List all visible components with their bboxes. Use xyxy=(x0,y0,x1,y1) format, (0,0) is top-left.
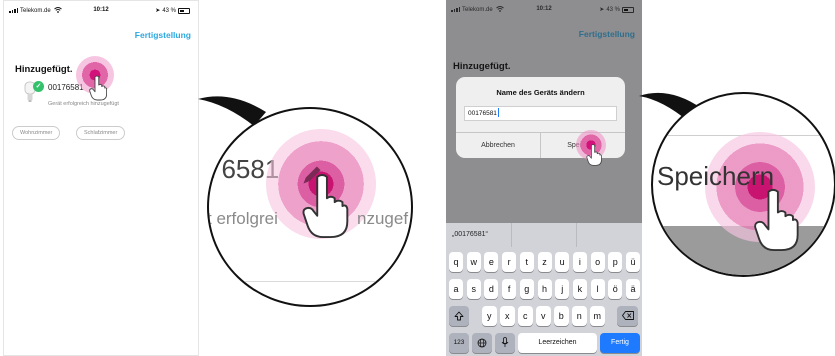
status-bar: Telekom.de 10:12 ➤ 43 % xyxy=(446,0,642,18)
phone-screen-rename-dialog: Telekom.de 10:12 ➤ 43 % Fertigstellung H… xyxy=(446,0,642,356)
done-key[interactable]: Fertig xyxy=(600,333,640,353)
zoom-status-left: t erfolgrei xyxy=(207,209,278,228)
zoom-circle-save: Speichern xyxy=(651,92,835,277)
pointer-hand-icon xyxy=(89,75,107,101)
key[interactable]: g xyxy=(519,279,534,299)
key[interactable]: d xyxy=(484,279,499,299)
phone-screen-device-added: Telekom.de 10:12 ➤ 43 % Fertigstellung H… xyxy=(3,0,199,356)
location-icon: ➤ xyxy=(155,8,161,14)
key[interactable]: m xyxy=(590,306,605,326)
key[interactable]: i xyxy=(572,252,587,272)
finish-button[interactable]: Fertigstellung xyxy=(135,30,191,40)
cancel-button[interactable]: Abbrechen xyxy=(456,133,540,158)
zoom-dimmed-area xyxy=(653,226,834,275)
key[interactable]: q xyxy=(449,252,463,272)
room-chip-schlafzimmer[interactable]: Schlafzimmer xyxy=(76,126,126,140)
section-title: Hinzugefügt. xyxy=(453,61,511,72)
key[interactable]: n xyxy=(572,306,587,326)
numbers-key[interactable]: 123 xyxy=(449,333,469,353)
zoom-status-right: nzugef xyxy=(357,209,409,228)
onscreen-keyboard: „00176581“ q w e r t z u i o p ü a s d f… xyxy=(446,223,642,356)
zoom-circle-edit: 76581 t erfolgrei nzugef xyxy=(207,107,413,307)
battery-icon xyxy=(622,6,634,13)
suggestion-item[interactable]: „00176581“ xyxy=(446,223,511,247)
keyboard-row-1: q w e r t z u i o p ü xyxy=(446,252,642,272)
microphone-icon xyxy=(501,337,509,347)
device-status: Gerät erfolgreich hinzugefügt xyxy=(48,101,119,107)
space-key[interactable]: Leerzeichen xyxy=(518,333,597,353)
microphone-key[interactable] xyxy=(495,333,515,353)
pointer-hand-icon xyxy=(586,144,602,166)
key[interactable]: f xyxy=(502,279,517,299)
key[interactable]: t xyxy=(519,252,534,272)
globe-key[interactable] xyxy=(472,333,492,353)
device-name-input[interactable]: 00176581 xyxy=(464,106,617,121)
status-bar: Telekom.de 10:12 ➤ 43 % xyxy=(4,1,198,19)
keyboard-row-2: a s d f g h j k l ö ä xyxy=(446,279,642,299)
device-name: 00176581 xyxy=(48,83,84,92)
key[interactable]: j xyxy=(555,279,570,299)
key[interactable]: h xyxy=(537,279,552,299)
pointer-hand-icon xyxy=(302,173,349,239)
key[interactable]: k xyxy=(572,279,587,299)
key[interactable]: y xyxy=(482,306,497,326)
keyboard-row-4: 123 Leerzeichen Fertig xyxy=(446,333,642,353)
globe-icon xyxy=(477,338,487,348)
save-button[interactable]: Speichern xyxy=(540,133,625,158)
battery-indicator: ➤ 43 % xyxy=(155,7,190,14)
key[interactable]: v xyxy=(536,306,551,326)
zoom-device-id: 76581 xyxy=(207,154,280,184)
pointer-hand-icon xyxy=(754,188,799,252)
key[interactable]: ä xyxy=(626,279,640,299)
suggestion-bar: „00176581“ xyxy=(446,223,642,247)
suggestion-item-empty[interactable] xyxy=(510,223,577,247)
key[interactable]: w xyxy=(466,252,481,272)
battery-icon xyxy=(178,7,190,14)
key[interactable]: b xyxy=(554,306,569,326)
key[interactable]: r xyxy=(502,252,517,272)
key[interactable]: x xyxy=(500,306,515,326)
battery-indicator: ➤ 43 % xyxy=(599,6,634,13)
shift-key[interactable] xyxy=(449,306,469,326)
key[interactable]: e xyxy=(484,252,499,272)
backspace-key[interactable] xyxy=(617,306,638,326)
key[interactable]: c xyxy=(518,306,533,326)
key[interactable]: s xyxy=(466,279,481,299)
location-icon: ➤ xyxy=(599,7,605,13)
room-chip-wohnzimmer[interactable]: Wohnzimmer xyxy=(12,126,61,140)
text-caret xyxy=(497,108,499,117)
key[interactable]: o xyxy=(590,252,605,272)
key[interactable]: p xyxy=(608,252,623,272)
zoom-divider xyxy=(209,281,411,282)
check-icon: ✓ xyxy=(33,81,44,92)
key[interactable]: l xyxy=(590,279,605,299)
zoom-divider xyxy=(653,135,834,136)
backspace-icon xyxy=(621,311,634,320)
suggestion-item-empty[interactable] xyxy=(576,223,642,247)
section-title: Hinzugefügt. xyxy=(15,64,73,75)
key[interactable]: ü xyxy=(626,252,640,272)
dialog-title: Name des Geräts ändern xyxy=(496,88,585,97)
shift-icon xyxy=(454,311,464,321)
key[interactable]: ö xyxy=(608,279,623,299)
key[interactable]: z xyxy=(537,252,552,272)
keyboard-row-3: y x c v b n m xyxy=(446,306,642,326)
key[interactable]: a xyxy=(449,279,463,299)
key[interactable]: u xyxy=(555,252,570,272)
finish-button[interactable]: Fertigstellung xyxy=(579,29,635,39)
